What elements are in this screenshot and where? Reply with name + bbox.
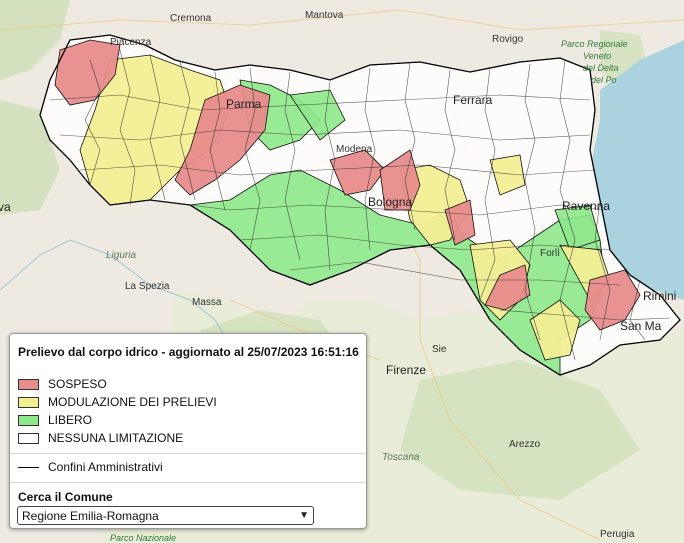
label-park-3: del Delta xyxy=(583,63,619,73)
label-perugia: Perugia xyxy=(600,529,635,540)
legend-label-libero: LIBERO xyxy=(48,413,93,427)
label-park: Parco Regionale xyxy=(561,39,628,49)
legend-item-libero: LIBERO xyxy=(18,413,92,427)
label-ravenna: Ravenna xyxy=(562,199,610,213)
legend-label-confini: Confini Amministrativi xyxy=(48,460,163,474)
legend-item-modulazione: MODULAZIONE DEI PRELIEVI xyxy=(18,395,217,409)
label-forli: Forlì xyxy=(540,248,560,259)
legend-panel: Prelievo dal corpo idrico - aggiornato a… xyxy=(9,333,367,529)
label-park-2: Veneto xyxy=(583,51,611,61)
label-edge: va xyxy=(0,200,11,214)
swatch-modulazione xyxy=(18,396,39,408)
label-sieci: Sie xyxy=(432,344,447,355)
comune-select-value: Regione Emilia-Romagna xyxy=(22,508,159,523)
label-parco-nazionale: Parco Nazionale xyxy=(110,533,176,543)
legend-item-confini: Confini Amministrativi xyxy=(18,460,163,474)
label-massa: Massa xyxy=(192,297,222,308)
label-rimini: Rimini xyxy=(643,289,676,303)
label-mantova: Mantova xyxy=(305,10,344,21)
legend-item-sospeso: SOSPESO xyxy=(18,377,107,391)
swatch-sospeso xyxy=(18,378,39,390)
legend-label-sospeso: SOSPESO xyxy=(48,377,107,391)
legend-label-nessuna: NESSUNA LIMITAZIONE xyxy=(48,431,184,445)
boundary-line-icon xyxy=(18,466,39,468)
legend-divider xyxy=(10,453,366,454)
legend-title: Prelievo dal corpo idrico - aggiornato a… xyxy=(18,345,359,359)
label-liguria: Liguria xyxy=(106,250,136,261)
label-rovigo: Rovigo xyxy=(492,34,524,45)
label-firenze: Firenze xyxy=(386,363,426,377)
label-piacenza: Piacenza xyxy=(110,37,152,48)
label-toscana: Toscana xyxy=(382,452,420,463)
label-arezzo: Arezzo xyxy=(509,439,541,450)
legend-item-nessuna: NESSUNA LIMITAZIONE xyxy=(18,431,183,445)
label-parma: Parma xyxy=(226,97,262,111)
swatch-nessuna xyxy=(18,432,39,444)
label-park-4: del Po xyxy=(591,75,617,85)
search-comune-label: Cerca il Comune xyxy=(18,490,113,504)
legend-label-modulazione: MODULAZIONE DEI PRELIEVI xyxy=(48,395,217,409)
chevron-down-icon[interactable]: ▼ xyxy=(299,510,309,521)
label-modena: Modena xyxy=(336,144,373,155)
swatch-libero xyxy=(18,414,39,426)
legend-divider xyxy=(10,482,366,483)
label-cremona: Cremona xyxy=(170,13,212,24)
comune-select[interactable]: Regione Emilia-Romagna ▼ xyxy=(17,506,314,525)
label-laspezia: La Spezia xyxy=(125,281,170,292)
label-bologna: Bologna xyxy=(368,195,412,209)
label-ferrara: Ferrara xyxy=(453,93,493,107)
label-sanmarino: San Ma xyxy=(620,319,662,333)
